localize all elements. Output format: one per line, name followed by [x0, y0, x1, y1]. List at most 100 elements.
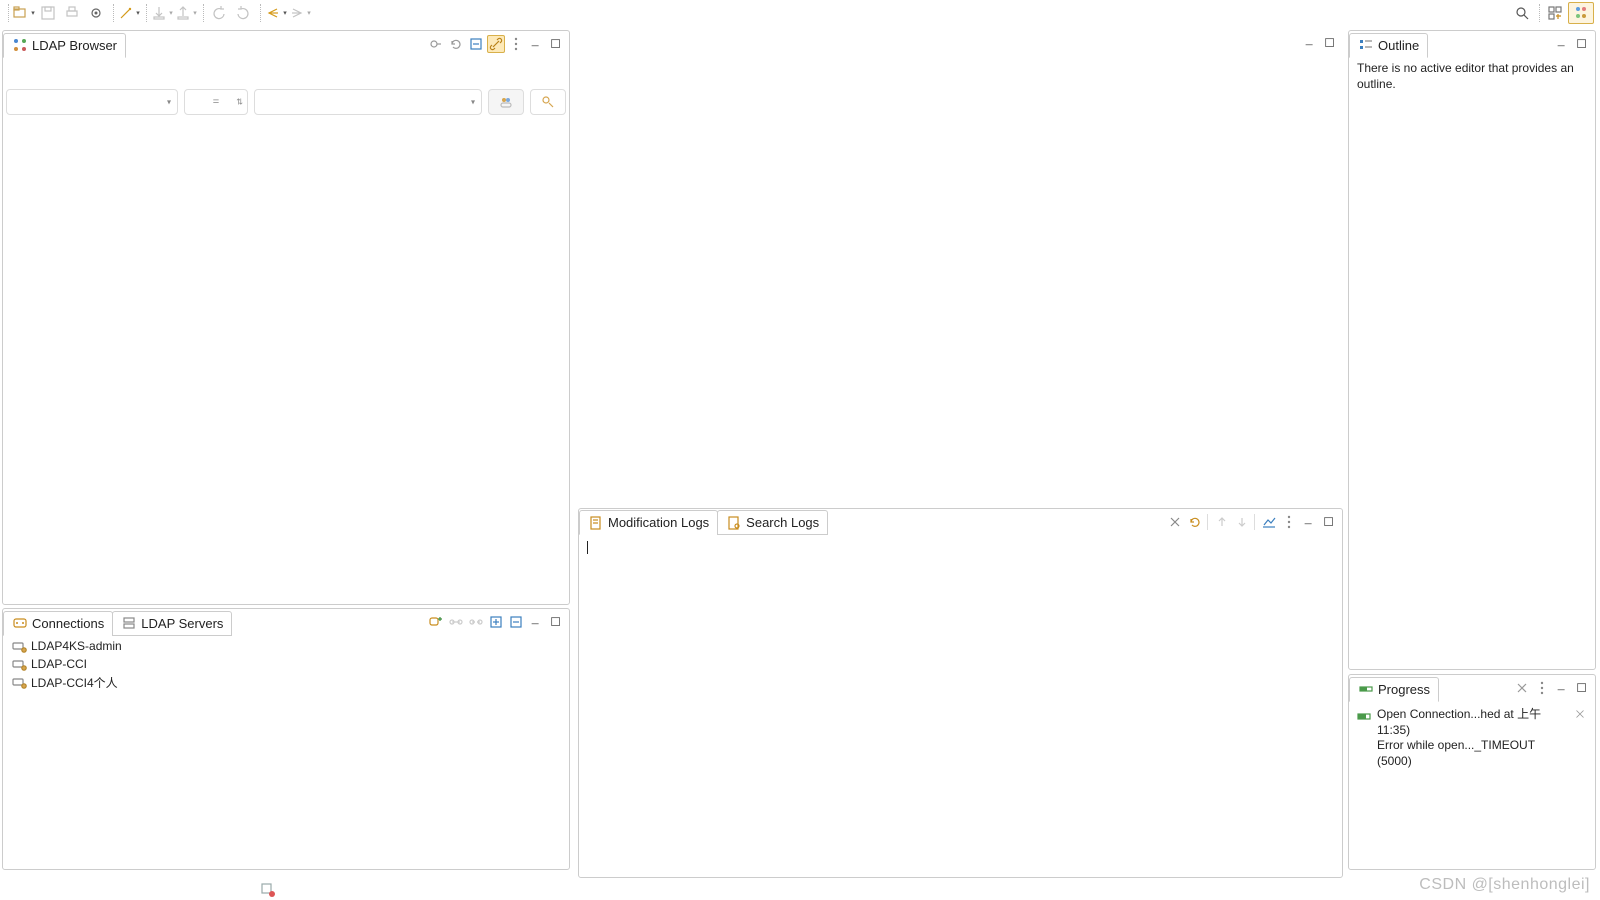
chart-icon: [1261, 514, 1277, 530]
servers-icon: [121, 615, 137, 631]
view-menu-button[interactable]: [507, 35, 525, 53]
refresh-button[interactable]: [447, 35, 465, 53]
ldap-browser-icon: [12, 37, 28, 53]
maximize-pane-button[interactable]: [1573, 35, 1591, 53]
export-dropdown[interactable]: [175, 2, 197, 24]
dismiss-progress-button[interactable]: [1573, 707, 1587, 721]
ldap-browser-tab[interactable]: LDAP Browser: [3, 33, 126, 58]
outline-tab[interactable]: Outline: [1349, 33, 1428, 58]
export-icon: [175, 5, 191, 21]
show-dn-button[interactable]: [427, 35, 445, 53]
minimize-pane-button[interactable]: [527, 35, 545, 53]
run-filter-button[interactable]: [488, 89, 524, 115]
connections-tab[interactable]: Connections: [3, 611, 113, 636]
connection-label: LDAP-CCI4个人: [31, 674, 118, 691]
toolbar-separator: [260, 4, 261, 22]
minimize-pane-button[interactable]: [1553, 679, 1571, 697]
filter-row: ▾ =⇅ ▾: [6, 87, 566, 117]
kebab-icon: [1534, 680, 1550, 696]
editor-area: [575, 30, 1343, 506]
collapse-tree-button[interactable]: [467, 35, 485, 53]
close-connection-button[interactable]: [467, 613, 485, 631]
wand-dropdown[interactable]: [118, 2, 140, 24]
maximize-pane-button[interactable]: [1573, 679, 1591, 697]
connection-item[interactable]: LDAP-CCI4个人: [9, 673, 563, 691]
progress-item[interactable]: Open Connection...hed at 上午 11:35) Error…: [1355, 705, 1589, 771]
maximize-pane-button[interactable]: [547, 613, 565, 631]
collapse-all-button[interactable]: [507, 613, 525, 631]
ldap-servers-tab[interactable]: LDAP Servers: [112, 611, 232, 636]
collapse-icon: [468, 36, 484, 52]
refresh-log-button[interactable]: [1186, 513, 1204, 531]
mod-log-icon: [588, 515, 604, 531]
quick-search-button[interactable]: [530, 89, 566, 115]
search-logs-label: Search Logs: [746, 515, 819, 530]
outline-empty-message: There is no active editor that provides …: [1357, 61, 1587, 92]
next-log-button[interactable]: [1233, 513, 1251, 531]
outline-icon: [1358, 37, 1374, 53]
new-connection-button[interactable]: [427, 613, 445, 631]
log-text-area[interactable]: [583, 537, 1338, 873]
import-icon: [151, 5, 167, 21]
outline-title: Outline: [1378, 38, 1419, 53]
search-icon: [1514, 5, 1530, 21]
save-icon: [40, 5, 56, 21]
forward-dropdown[interactable]: [289, 2, 311, 24]
undo-icon: [211, 5, 227, 21]
new-connection-icon: [428, 614, 444, 630]
minimize-pane-button[interactable]: [1300, 513, 1318, 531]
connections-tree[interactable]: LDAP4KS-admin LDAP-CCI LDAP-CCI4个人: [9, 637, 563, 691]
clear-icon: [1167, 514, 1183, 530]
minimize-pane-button[interactable]: [527, 613, 545, 631]
progress-pane: Progress Open Connection...hed at 上午 11:…: [1348, 674, 1596, 870]
ldap-browser-title: LDAP Browser: [32, 38, 117, 53]
open-perspective-button[interactable]: [1544, 2, 1566, 24]
minimize-pane-button[interactable]: [1553, 35, 1571, 53]
connection-item[interactable]: LDAP-CCI: [9, 655, 563, 673]
arrow-up-icon: [1214, 514, 1230, 530]
preferences-button[interactable]: [85, 2, 107, 24]
watermark: CSDN @[shenhonglei]: [1419, 876, 1590, 894]
undo-button[interactable]: [208, 2, 230, 24]
print-button[interactable]: [61, 2, 83, 24]
operator-combo[interactable]: =⇅: [184, 89, 248, 115]
search-button[interactable]: [1511, 2, 1533, 24]
minimize-editor-button[interactable]: [1301, 34, 1319, 52]
back-dropdown[interactable]: [265, 2, 287, 24]
outline-pane: Outline There is no active editor that p…: [1348, 30, 1596, 670]
ldap-perspective-button[interactable]: [1568, 2, 1594, 24]
connection-item[interactable]: LDAP4KS-admin: [9, 637, 563, 655]
ldap-browser-pane: LDAP Browser ▾ =⇅ ▾: [2, 30, 570, 605]
export-log-button[interactable]: [1260, 513, 1278, 531]
progress-item-line1: Open Connection...hed at 上午 11:35): [1377, 707, 1569, 738]
search-logs-tab[interactable]: Search Logs: [717, 510, 828, 535]
prev-log-button[interactable]: [1213, 513, 1231, 531]
redo-button[interactable]: [232, 2, 254, 24]
attribute-combo[interactable]: ▾: [6, 89, 178, 115]
save-button[interactable]: [37, 2, 59, 24]
progress-list: Open Connection...hed at 上午 11:35) Error…: [1349, 701, 1595, 869]
log-view-menu-button[interactable]: [1280, 513, 1298, 531]
value-combo[interactable]: ▾: [254, 89, 482, 115]
logs-pane: Modification Logs Search Logs: [578, 508, 1343, 878]
modification-logs-label: Modification Logs: [608, 515, 709, 530]
connection-closed-icon: [11, 674, 27, 690]
modification-logs-tab[interactable]: Modification Logs: [579, 510, 718, 535]
connection-label: LDAP-CCI: [31, 657, 87, 671]
import-dropdown[interactable]: [151, 2, 173, 24]
progress-view-menu-button[interactable]: [1533, 679, 1551, 697]
wand-icon: [118, 5, 134, 21]
remove-all-finished-button[interactable]: [1513, 679, 1531, 697]
expand-all-button[interactable]: [487, 613, 505, 631]
open-connection-button[interactable]: [447, 613, 465, 631]
maximize-pane-button[interactable]: [1320, 513, 1338, 531]
clear-log-button[interactable]: [1166, 513, 1184, 531]
status-icon: [260, 882, 276, 898]
maximize-editor-button[interactable]: [1321, 34, 1339, 52]
maximize-pane-button[interactable]: [547, 35, 565, 53]
kebab-icon: [508, 36, 524, 52]
link-editor-button[interactable]: [487, 35, 505, 53]
progress-tab[interactable]: Progress: [1349, 677, 1439, 702]
redo-icon: [235, 5, 251, 21]
new-dropdown[interactable]: [13, 2, 35, 24]
